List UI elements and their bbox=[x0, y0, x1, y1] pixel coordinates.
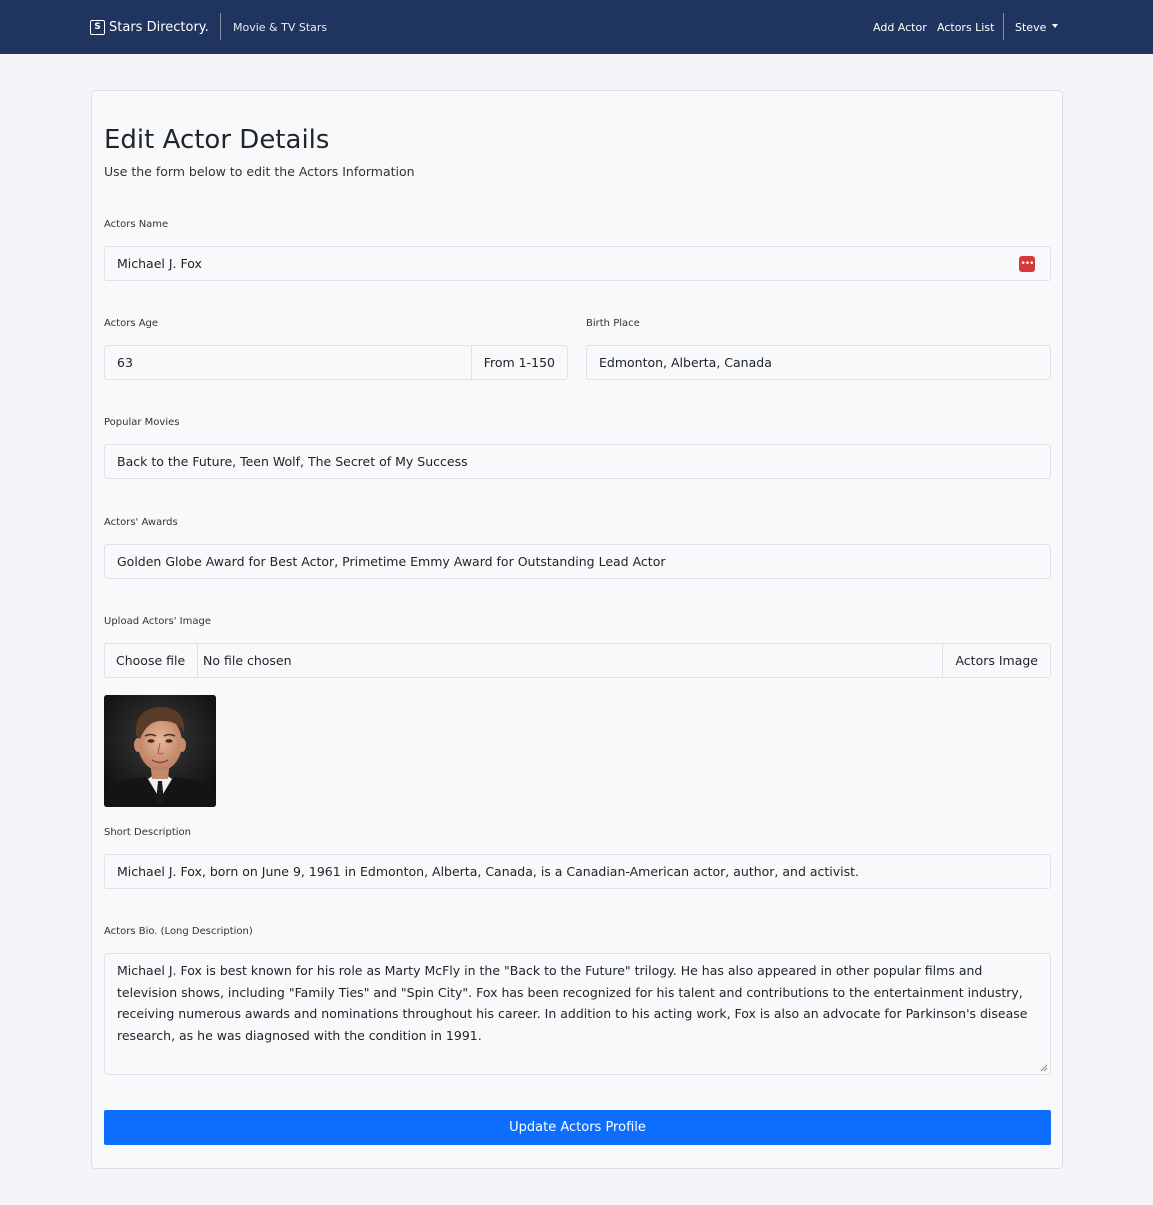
birth-place-label: Birth Place bbox=[586, 318, 640, 329]
short-description-input[interactable]: Michael J. Fox, born on June 9, 1961 in … bbox=[104, 854, 1051, 889]
actor-age-value: 63 bbox=[117, 355, 133, 370]
chevron-down-icon bbox=[1052, 24, 1059, 28]
nav-divider bbox=[1003, 13, 1004, 40]
brand-logo-icon: S bbox=[90, 19, 105, 35]
top-navbar: S Stars Directory. Movie & TV Stars Add … bbox=[0, 0, 1153, 54]
update-profile-button[interactable]: Update Actors Profile bbox=[104, 1110, 1051, 1145]
awards-label: Actors' Awards bbox=[104, 517, 178, 528]
popular-movies-input[interactable]: Back to the Future, Teen Wolf, The Secre… bbox=[104, 444, 1051, 479]
actor-portrait-image bbox=[104, 695, 216, 807]
nav-actors-list-link[interactable]: Actors List bbox=[937, 0, 994, 54]
bio-value: Michael J. Fox is best known for his rol… bbox=[117, 963, 1028, 1043]
user-menu-dropdown[interactable]: Steve bbox=[1015, 0, 1059, 54]
brand-link[interactable]: S Stars Directory. bbox=[90, 0, 209, 54]
age-range-addon: From 1-150 bbox=[470, 346, 567, 379]
actor-name-input[interactable]: Michael J. Fox ••• bbox=[104, 246, 1051, 281]
file-status: No file chosen bbox=[203, 653, 292, 668]
birth-place-input[interactable]: Edmonton, Alberta, Canada bbox=[586, 345, 1051, 380]
edit-actor-card: Edit Actor Details Use the form below to… bbox=[91, 90, 1063, 1169]
actor-name-value: Michael J. Fox bbox=[117, 256, 202, 271]
bio-textarea[interactable]: Michael J. Fox is best known for his rol… bbox=[104, 953, 1051, 1075]
nav-subtitle: Movie & TV Stars bbox=[233, 20, 328, 34]
short-description-value: Michael J. Fox, born on June 9, 1961 in … bbox=[117, 864, 860, 879]
page-title: Edit Actor Details bbox=[104, 125, 330, 155]
resize-grip-icon[interactable] bbox=[1040, 1064, 1048, 1072]
upload-image-label: Upload Actors' Image bbox=[104, 616, 211, 627]
brand-name: Stars Directory. bbox=[109, 19, 209, 35]
nav-divider bbox=[220, 13, 221, 40]
bio-label: Actors Bio. (Long Description) bbox=[104, 926, 253, 937]
actor-photo bbox=[104, 695, 216, 807]
actors-image-addon: Actors Image bbox=[942, 644, 1050, 677]
birth-place-value: Edmonton, Alberta, Canada bbox=[599, 355, 772, 370]
popular-movies-label: Popular Movies bbox=[104, 417, 180, 428]
choose-file-button[interactable]: Choose file bbox=[105, 644, 199, 677]
awards-value: Golden Globe Award for Best Actor, Prime… bbox=[117, 554, 666, 569]
awards-input[interactable]: Golden Globe Award for Best Actor, Prime… bbox=[104, 544, 1051, 579]
user-name: Steve bbox=[1015, 20, 1047, 34]
page-subtitle: Use the form below to edit the Actors In… bbox=[104, 164, 415, 179]
nav-add-actor-link[interactable]: Add Actor bbox=[873, 0, 927, 54]
short-description-label: Short Description bbox=[104, 827, 191, 838]
actor-age-input[interactable]: 63 From 1-150 bbox=[104, 345, 568, 380]
popular-movies-value: Back to the Future, Teen Wolf, The Secre… bbox=[117, 454, 468, 469]
image-file-input[interactable]: Choose file No file chosen Actors Image bbox=[104, 643, 1051, 678]
actor-name-label: Actors Name bbox=[104, 219, 169, 230]
password-manager-icon[interactable]: ••• bbox=[1019, 256, 1035, 272]
actor-age-label: Actors Age bbox=[104, 318, 159, 329]
